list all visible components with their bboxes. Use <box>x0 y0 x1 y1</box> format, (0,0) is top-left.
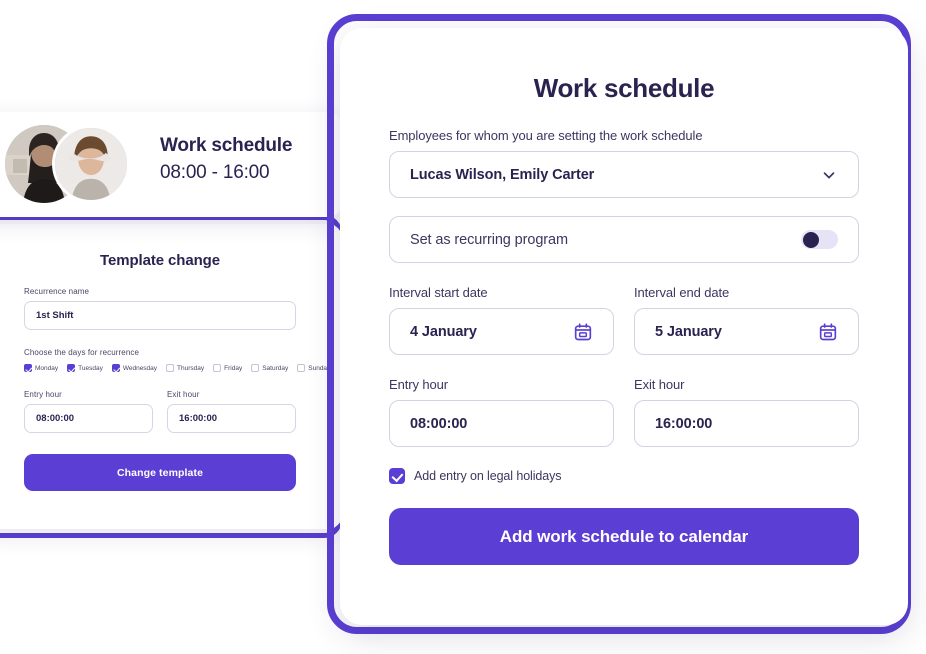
day-label: Tuesday <box>78 364 103 372</box>
employees-field-group: Employees for whom you are setting the w… <box>389 128 859 198</box>
entry-hour-input[interactable]: 08:00:00 <box>389 400 614 447</box>
template-hours-row: Entry hour 08:00:00 Exit hour 16:00:00 <box>24 372 296 433</box>
template-exit-hour-label: Exit hour <box>167 390 200 399</box>
exit-hour-group: Exit hour 16:00:00 <box>634 377 859 447</box>
day-checkbox-saturday[interactable]: Saturday <box>251 364 288 372</box>
avatar-employee-2-image <box>55 128 127 200</box>
interval-start-date-value: 4 January <box>410 323 477 340</box>
interval-start-date-input[interactable]: 4 January <box>389 308 614 355</box>
interval-dates-row: Interval start date 4 January Interval e… <box>389 285 859 355</box>
interval-end-date-label: Interval end date <box>634 285 730 300</box>
checkbox-icon[interactable] <box>67 364 76 372</box>
interval-end-date-input[interactable]: 5 January <box>634 308 859 355</box>
exit-hour-value: 16:00:00 <box>655 415 713 432</box>
toggle-knob <box>802 231 819 248</box>
day-label: Friday <box>224 364 243 372</box>
day-checkbox-thursday[interactable]: Thursday <box>166 364 204 372</box>
template-entry-hour-group: Entry hour 08:00:00 <box>24 372 153 433</box>
work-schedule-title: Work schedule <box>533 73 715 103</box>
day-checkbox-wednesday[interactable]: Wednesday <box>111 364 158 372</box>
interval-start-date-label: Interval start date <box>389 285 488 300</box>
legal-holidays-checkbox[interactable] <box>389 468 405 484</box>
checkbox-icon[interactable] <box>166 364 175 372</box>
summary-text: Work schedule 08:00 - 16:00 <box>160 134 292 185</box>
change-template-button[interactable]: Change template <box>24 454 296 491</box>
day-label: Monday <box>35 364 59 372</box>
entry-hour-label: Entry hour <box>389 377 448 392</box>
recurring-program-label: Set as recurring program <box>410 231 568 248</box>
legal-holidays-row[interactable]: Add entry on legal holidays <box>389 468 859 484</box>
avatar-group <box>5 125 130 203</box>
add-work-schedule-button[interactable]: Add work schedule to calendar <box>389 508 859 565</box>
days-for-recurrence-label: Choose the days for recurrence <box>24 348 140 357</box>
exit-hour-input[interactable]: 16:00:00 <box>634 400 859 447</box>
template-entry-hour-value: 08:00:00 <box>36 413 75 424</box>
recurrence-name-input[interactable]: 1st Shift <box>24 301 296 330</box>
summary-hours: 08:00 - 16:00 <box>160 161 270 183</box>
summary-title: Work schedule <box>160 135 293 156</box>
checkbox-icon[interactable] <box>251 364 260 372</box>
template-change-card: Template change Recurrence name 1st Shif… <box>0 224 342 529</box>
recurrence-name-value: 1st Shift <box>36 310 74 321</box>
checkbox-icon[interactable] <box>297 364 306 372</box>
hours-row: Entry hour 08:00:00 Exit hour 16:00:00 <box>389 377 859 447</box>
legal-holidays-label: Add entry on legal holidays <box>414 469 562 483</box>
screenshot-root: Work schedule 08:00 - 16:00 Template cha… <box>0 0 926 654</box>
recurring-program-toggle[interactable] <box>801 230 838 249</box>
calendar-icon[interactable] <box>573 322 593 342</box>
checkbox-icon[interactable] <box>111 364 120 372</box>
day-checkbox-friday[interactable]: Friday <box>213 364 242 372</box>
template-exit-hour-value: 16:00:00 <box>179 413 218 424</box>
employees-selected-value: Lucas Wilson, Emily Carter <box>410 166 595 183</box>
days-checkbox-group: Monday Tuesday Wednesday Thursday Friday… <box>24 364 330 372</box>
day-label: Saturday <box>262 364 289 372</box>
interval-end-date-value: 5 January <box>655 323 722 340</box>
work-schedule-card: Work schedule Employees for whom you are… <box>340 28 908 625</box>
checkbox-icon[interactable] <box>213 364 222 372</box>
day-checkbox-sunday[interactable]: Sunday <box>297 364 330 372</box>
template-exit-hour-group: Exit hour 16:00:00 <box>167 372 296 433</box>
day-label: Wednesday <box>122 364 158 372</box>
template-change-title: Template change <box>100 252 220 269</box>
employees-select[interactable]: Lucas Wilson, Emily Carter <box>389 151 859 198</box>
checkbox-icon[interactable] <box>24 364 32 372</box>
avatar-employee-2 <box>52 125 130 203</box>
template-entry-hour-input[interactable]: 08:00:00 <box>24 404 153 433</box>
recurring-program-row[interactable]: Set as recurring program <box>389 216 859 263</box>
entry-hour-group: Entry hour 08:00:00 <box>389 377 614 447</box>
employees-label: Employees for whom you are setting the w… <box>389 128 703 143</box>
recurrence-name-label: Recurrence name <box>24 287 90 296</box>
template-entry-hour-label: Entry hour <box>24 390 62 399</box>
interval-end-date-group: Interval end date 5 January <box>634 285 859 355</box>
chevron-down-icon[interactable] <box>820 166 838 184</box>
exit-hour-label: Exit hour <box>634 377 685 392</box>
interval-start-date-group: Interval start date 4 January <box>389 285 614 355</box>
day-label: Thursday <box>177 364 205 372</box>
entry-hour-value: 08:00:00 <box>410 415 468 432</box>
template-exit-hour-input[interactable]: 16:00:00 <box>167 404 296 433</box>
work-schedule-summary-card: Work schedule 08:00 - 16:00 <box>0 112 342 217</box>
day-checkbox-monday[interactable]: Monday <box>24 364 58 372</box>
day-checkbox-tuesday[interactable]: Tuesday <box>67 364 103 372</box>
calendar-icon[interactable] <box>818 322 838 342</box>
